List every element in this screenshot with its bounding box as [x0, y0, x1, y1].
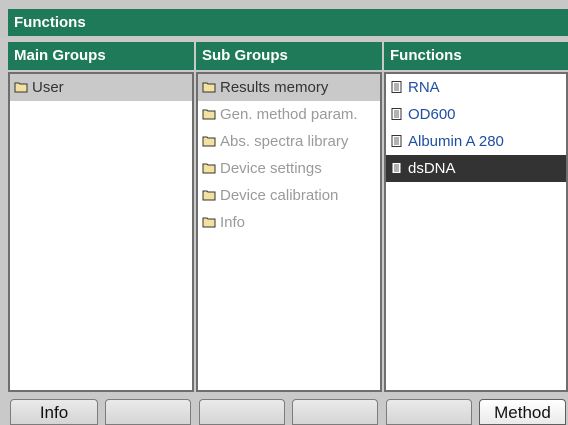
- title-bar: Functions: [0, 0, 568, 38]
- softkey-3[interactable]: [199, 399, 285, 425]
- folder-icon: [202, 136, 216, 147]
- function-label: RNA: [408, 79, 440, 96]
- main-groups-header: Main Groups: [8, 42, 194, 70]
- sub-group-abs-spectra-library[interactable]: Abs. spectra library: [198, 128, 380, 155]
- sub-group-label: Abs. spectra library: [220, 133, 349, 150]
- page-title: Functions: [8, 9, 568, 36]
- function-label: Albumin A 280: [408, 133, 504, 150]
- main-group-label: User: [32, 79, 64, 96]
- softkey-5[interactable]: [386, 399, 472, 425]
- folder-icon: [202, 190, 216, 201]
- function-dsdna[interactable]: dsDNA: [386, 155, 566, 182]
- function-label: dsDNA: [408, 160, 456, 177]
- function-label: OD600: [408, 106, 456, 123]
- softkey-4[interactable]: [292, 399, 378, 425]
- main-groups-list: User: [8, 72, 194, 392]
- document-icon: [391, 108, 402, 120]
- folder-icon: [202, 163, 216, 174]
- sub-groups-header: Sub Groups: [196, 42, 382, 70]
- folder-icon: [202, 217, 216, 228]
- function-od600[interactable]: OD600: [386, 101, 566, 128]
- document-icon: [391, 162, 402, 174]
- sub-group-device-settings[interactable]: Device settings: [198, 155, 380, 182]
- main-group-user[interactable]: User: [10, 74, 192, 101]
- sub-group-label: Gen. method param.: [220, 106, 358, 123]
- functions-header: Functions: [384, 42, 568, 70]
- method-softkey[interactable]: Method: [479, 399, 566, 425]
- sub-group-label: Device calibration: [220, 187, 339, 204]
- folder-icon: [202, 82, 216, 93]
- folder-icon: [202, 109, 216, 120]
- sub-group-label: Device settings: [220, 160, 322, 177]
- sub-group-label: Info: [220, 214, 246, 231]
- document-icon: [391, 135, 402, 147]
- functions-list: RNA OD600 Albumin A 280 dsDNA: [384, 72, 568, 392]
- function-albumin-a280[interactable]: Albumin A 280: [386, 128, 566, 155]
- softkey-2[interactable]: [105, 399, 191, 425]
- softkey-bar: Info Method: [0, 395, 568, 425]
- sub-group-gen-method-param[interactable]: Gen. method param.: [198, 101, 380, 128]
- sub-group-device-calibration[interactable]: Device calibration: [198, 182, 380, 209]
- info-softkey[interactable]: Info: [10, 399, 98, 425]
- sub-group-info[interactable]: Info: [198, 209, 380, 236]
- function-rna[interactable]: RNA: [386, 74, 566, 101]
- sub-groups-list: Results memory Gen. method param. Abs. s…: [196, 72, 382, 392]
- sub-group-results-memory[interactable]: Results memory: [198, 74, 380, 101]
- sub-group-label: Results memory: [220, 79, 329, 96]
- document-icon: [391, 81, 402, 93]
- folder-icon: [14, 82, 28, 93]
